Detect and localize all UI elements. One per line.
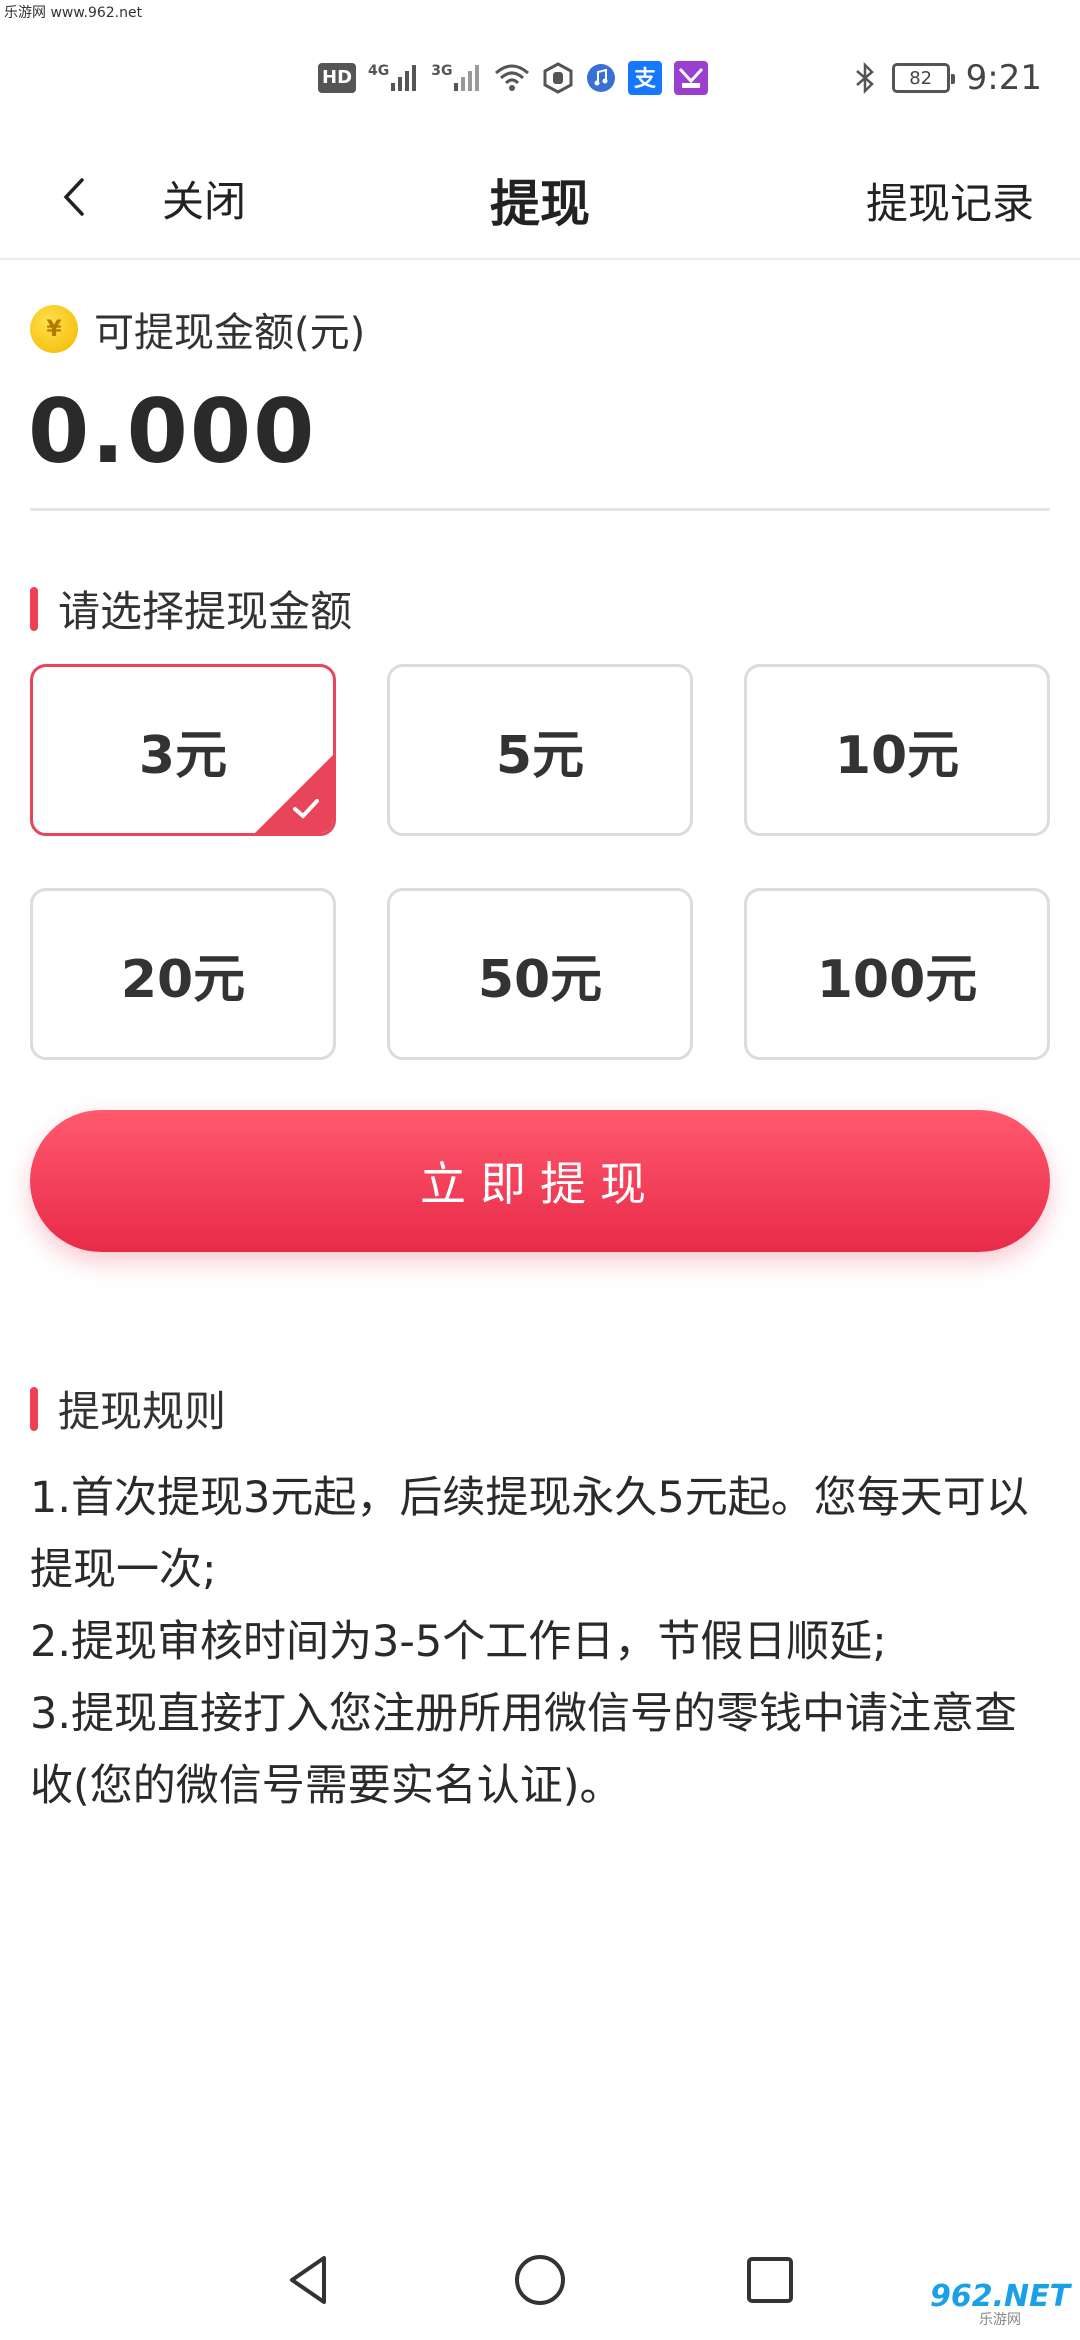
watermark-main: 962.NET <box>929 2279 1071 2314</box>
amount-option-20[interactable]: 20元 <box>30 888 336 1060</box>
watermark-sub: 乐游网 <box>979 2312 1021 2328</box>
hd-icon: HD <box>318 63 357 93</box>
wifi-icon <box>494 63 530 93</box>
hand-icon <box>542 62 574 94</box>
amount-option-100[interactable]: 100元 <box>744 888 1050 1060</box>
amount-label: 3元 <box>138 725 228 786</box>
battery-icon: 82 <box>891 63 955 93</box>
section-accent-bar <box>30 586 38 631</box>
amount-option-50[interactable]: 50元 <box>387 888 693 1060</box>
circle-home-icon <box>515 2255 565 2305</box>
amount-label: 5元 <box>495 725 585 786</box>
rule-line: 1.首次提现3元起，后续提现永久5元起。您每天可以提现一次; <box>30 1473 1029 1595</box>
amount-label: 100元 <box>816 949 978 1010</box>
system-nav-bar <box>0 2230 1080 2340</box>
select-amount-header: 请选择提现金额 <box>30 578 352 639</box>
signal-4g-icon: 4G <box>368 63 419 93</box>
section-accent-bar <box>30 1386 38 1431</box>
select-amount-title: 请选择提现金额 <box>58 587 353 636</box>
back-nav-button[interactable] <box>280 2250 340 2310</box>
withdraw-record-link[interactable]: 提现记录 <box>866 170 1034 231</box>
triangle-back-icon <box>290 2256 326 2304</box>
amount-label: 10元 <box>834 725 960 786</box>
check-icon <box>293 799 319 819</box>
amount-option-3[interactable]: 3元 <box>30 664 336 836</box>
bluetooth-icon <box>854 62 876 94</box>
balance-label: 可提现金额(元) <box>94 310 366 356</box>
net-3g-label: 3G <box>431 63 453 79</box>
rules-body: 1.首次提现3元起，后续提现永久5元起。您每天可以提现一次; 2.提现审核时间为… <box>30 1462 1055 1822</box>
alipay-icon: 支 <box>628 61 663 95</box>
coin-icon: ¥ <box>30 305 78 353</box>
signal-3g-icon: 3G <box>431 63 482 93</box>
rules-header: 提现规则 <box>30 1378 226 1439</box>
top-nav-bar: 关闭 提现 提现记录 <box>0 150 1080 260</box>
rules-title: 提现规则 <box>58 1387 227 1436</box>
app-icon <box>674 61 709 95</box>
amount-option-10[interactable]: 10元 <box>744 664 1050 836</box>
status-bar: HD 4G 3G 支 82 9:21 <box>0 48 1080 108</box>
divider <box>30 508 1050 511</box>
home-nav-button[interactable] <box>510 2250 570 2310</box>
music-icon <box>586 63 616 93</box>
net-4g-label: 4G <box>368 63 390 79</box>
amount-label: 50元 <box>477 949 603 1010</box>
watermark-logo: 962.NET 乐游网 <box>930 2278 1070 2332</box>
svg-text:支: 支 <box>634 67 657 92</box>
watermark-top: 乐游网 www.962.net <box>4 5 143 21</box>
recents-nav-button[interactable] <box>740 2250 800 2310</box>
square-recents-icon <box>747 2257 793 2303</box>
rule-line: 3.提现直接打入您注册所用微信号的零钱中请注意查收(您的微信号需要实名认证)。 <box>30 1689 1018 1811</box>
balance-label-row: ¥ 可提现金额(元) <box>30 300 365 358</box>
amount-option-5[interactable]: 5元 <box>387 664 693 836</box>
balance-value: 0.000 <box>28 380 317 483</box>
amount-label: 20元 <box>120 949 246 1010</box>
withdraw-now-button[interactable]: 立即提现 <box>30 1110 1050 1252</box>
rule-line: 2.提现审核时间为3-5个工作日，节假日顺延; <box>30 1617 887 1667</box>
status-time: 9:21 <box>965 58 1042 98</box>
